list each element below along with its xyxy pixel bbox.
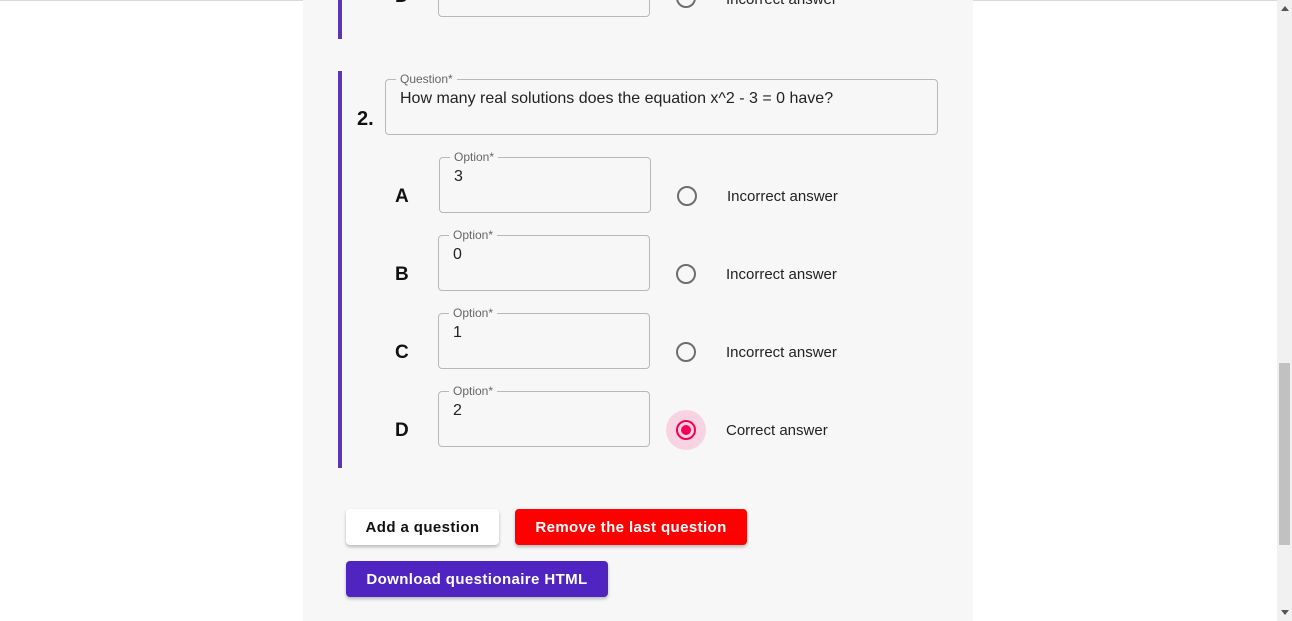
question-number: 2.: [357, 108, 374, 130]
option-a-answer-label: Incorrect answer: [727, 188, 838, 205]
option-c-radio[interactable]: [676, 342, 696, 362]
option-d-label: Option*: [453, 384, 494, 398]
option-c-label: Option*: [453, 306, 494, 320]
option-d-answer-label: Correct answer: [726, 422, 828, 439]
option-b-answer-label: Incorrect answer: [726, 266, 837, 283]
option-b-field[interactable]: Option* 0: [438, 228, 650, 291]
download-html-button[interactable]: Download questionaire HTML: [346, 561, 608, 597]
option-b-value[interactable]: 0: [453, 245, 649, 265]
option-b-label: Option*: [453, 228, 494, 242]
option-letter-a: A: [395, 186, 409, 207]
question-text[interactable]: How many real solutions does the equatio…: [400, 89, 937, 109]
remove-last-question-button[interactable]: Remove the last question: [515, 509, 747, 545]
option-a-radio[interactable]: [677, 186, 697, 206]
scrollbar-thumb[interactable]: [1279, 363, 1290, 545]
option-letter-d: D: [395, 420, 409, 441]
question-field[interactable]: Question* How many real solutions does t…: [385, 72, 938, 135]
scroll-up-arrow-icon[interactable]: [1281, 6, 1289, 11]
option-a-label: Option*: [454, 150, 495, 164]
option-d-field[interactable]: Option* 2: [438, 384, 650, 447]
option-c-answer-label: Incorrect answer: [726, 344, 837, 361]
scroll-down-arrow-icon[interactable]: [1281, 610, 1289, 615]
question-field-label: Question*: [400, 72, 453, 86]
option-letter-b: B: [395, 264, 409, 285]
option-c-field[interactable]: Option* 1: [438, 306, 650, 369]
question-2-accent-bar: [338, 71, 342, 468]
option-a-value[interactable]: 3: [454, 167, 650, 187]
option-field[interactable]: [438, 0, 650, 17]
answer-status-label: Incorrect answer: [726, 0, 837, 8]
option-d-radio[interactable]: [676, 420, 696, 440]
option-a-field[interactable]: Option* 3: [439, 150, 651, 213]
question-1-accent-bar: [338, 0, 342, 39]
option-letter: D: [395, 0, 409, 8]
option-b-radio[interactable]: [676, 264, 696, 284]
option-d-value[interactable]: 2: [453, 401, 649, 421]
option-c-value[interactable]: 1: [453, 323, 649, 343]
add-question-button[interactable]: Add a question: [346, 509, 499, 545]
option-letter-c: C: [395, 342, 409, 363]
